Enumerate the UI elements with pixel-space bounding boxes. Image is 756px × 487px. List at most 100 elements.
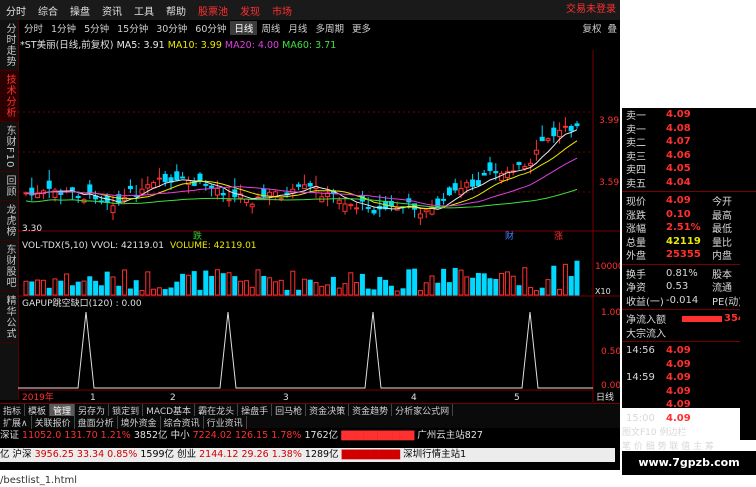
- volume-bar: [46, 287, 52, 296]
- volume-bar: [313, 282, 319, 296]
- ticker2-amount: 1599亿: [140, 449, 175, 460]
- chart-option-tabs: 复权 叠: [420, 21, 620, 35]
- quote-row: 总量 42119 量比: [622, 235, 756, 249]
- left-tab-guba[interactable]: 东财股吧: [0, 241, 19, 293]
- tab-jingwaizijin[interactable]: 境外资金: [118, 415, 161, 429]
- volume-bar: [209, 275, 215, 296]
- ma-info-line: *ST美丽(日线,前复权) MA5: 3.91 MA10: 3.99 MA20:…: [20, 37, 420, 51]
- period-60min[interactable]: 60分钟: [191, 21, 230, 35]
- period-5min[interactable]: 5分钟: [80, 21, 113, 35]
- ticker2-change: 33.34: [76, 449, 105, 460]
- kline-chart[interactable]: 3.99 3.59 3.30 跌 财 涨 VOL-TDX(5,10) VVOL:…: [18, 50, 620, 402]
- left-tab-jishu[interactable]: 技术分析: [0, 71, 19, 122]
- tick-row: 4.09: [622, 398, 756, 412]
- volume-bar: [348, 272, 354, 296]
- menu-item-zixun[interactable]: 资讯: [96, 3, 128, 18]
- overlay-button[interactable]: 叠: [604, 21, 620, 35]
- volume-bar: [365, 288, 371, 296]
- volume-bar: [52, 278, 58, 296]
- quote-value: 4.07: [666, 136, 691, 148]
- period-weekly[interactable]: 周线: [257, 21, 284, 35]
- quote-row: 涨幅 2.51% 最低: [622, 221, 756, 235]
- left-tab-fenshi[interactable]: 分时走势: [0, 20, 19, 71]
- period-more[interactable]: 更多: [348, 21, 375, 35]
- volume-bar: [197, 289, 203, 296]
- volume-bar: [98, 285, 104, 296]
- sidebar-tail[interactable]: 图文F10 例边栏: [622, 425, 756, 439]
- volume-bar: [151, 288, 157, 296]
- period-monthly[interactable]: 月线: [284, 21, 311, 35]
- candle-body: [522, 165, 528, 169]
- ticker2-amount2: 1289亿: [304, 449, 339, 460]
- candle-body: [162, 173, 168, 183]
- candle-body: [110, 205, 116, 214]
- volume-bar: [539, 287, 545, 296]
- tab-panmianfenxi[interactable]: 盘面分析: [75, 415, 118, 429]
- sidebar-tail-icons[interactable]: 笔 价 细 势 联 值 主 筹: [622, 439, 756, 453]
- menu-item-caopan[interactable]: 操盘: [64, 3, 96, 18]
- candle-body: [87, 184, 93, 193]
- menu-item-bangzhu[interactable]: 帮助: [160, 3, 192, 18]
- ticker-updown-blocks: ▇▇▇▇▇▇▇▇▇▇: [341, 430, 415, 441]
- volume-bar: [75, 281, 81, 296]
- menu-item-shichang[interactable]: 市场: [266, 3, 298, 18]
- menu-item-gongju[interactable]: 工具: [128, 3, 160, 18]
- volume-bar: [290, 270, 296, 296]
- month-4-label: 4: [411, 393, 417, 402]
- quote-row: 净资 0.53 流通: [622, 280, 756, 294]
- period-15min[interactable]: 15分钟: [113, 21, 152, 35]
- quote-row: 收益(一) -0.014 PE(动): [622, 294, 756, 308]
- ticker2-server[interactable]: 深圳行情主站1: [403, 449, 466, 460]
- menu-item-fenshi[interactable]: 分时: [0, 3, 32, 18]
- volume-bar: [243, 280, 249, 296]
- volume-bar: [29, 281, 35, 296]
- volume-bar: [325, 284, 331, 296]
- left-tab-f10[interactable]: 东财F10: [0, 122, 19, 173]
- tick-price: 4.09: [666, 345, 691, 357]
- volume-bar: [284, 289, 290, 296]
- tab-guanlianbaojia[interactable]: 关联报价: [32, 415, 75, 429]
- left-tab-longhubang[interactable]: 龙虎榜: [0, 201, 19, 242]
- volume-value: VOLUME: 42119.01: [170, 241, 257, 251]
- tick-row: 4.09: [622, 385, 756, 399]
- left-tab-gongshi[interactable]: 精华公式: [0, 292, 19, 344]
- tab-zonghezixun[interactable]: 综合资讯: [161, 415, 204, 429]
- volume-bar: [133, 280, 139, 296]
- menu-item-zonghe[interactable]: 综合: [32, 3, 64, 18]
- tick-time: 14:59: [626, 372, 655, 384]
- volume-bar: [464, 276, 470, 296]
- volume-bar: [116, 285, 122, 296]
- period-daily[interactable]: 日线: [230, 21, 258, 35]
- quote-value: -0.014: [666, 294, 699, 306]
- quote-value: 4.06: [666, 149, 691, 161]
- quote-value: 4.09: [666, 109, 691, 121]
- net-inflow-bar: [682, 315, 722, 322]
- tab-hangyezixun[interactable]: 行业资讯: [204, 415, 247, 429]
- volume-bar: [406, 269, 412, 296]
- tab-kuozhan[interactable]: 扩展∧: [0, 415, 32, 429]
- candle-body: [296, 184, 302, 187]
- left-tab-huigu[interactable]: 回顾: [0, 172, 19, 202]
- ticker-change2: 126.15: [234, 430, 269, 441]
- period-30min[interactable]: 30分钟: [152, 21, 191, 35]
- month-3-label: 3: [283, 393, 289, 402]
- trade-login-status[interactable]: 交易未登录: [430, 0, 620, 20]
- candle-body: [516, 162, 522, 165]
- server-status[interactable]: 广州云主站827: [417, 430, 483, 441]
- period-fenshi[interactable]: 分时: [20, 21, 47, 35]
- gap-tick-0: 0.00: [601, 381, 620, 391]
- marker-zhang: 涨: [554, 231, 563, 242]
- volume-bar: [272, 281, 278, 296]
- quote-row: 卖一 4.09: [622, 108, 756, 122]
- period-1min[interactable]: 1分钟: [47, 21, 80, 35]
- candle-body: [348, 204, 354, 207]
- candle-body: [574, 123, 580, 127]
- volume-bar: [342, 283, 348, 296]
- menu-item-gupiaochi[interactable]: 股票池: [192, 3, 234, 18]
- volume-bar: [336, 287, 342, 296]
- period-multi[interactable]: 多周期: [311, 21, 348, 35]
- menu-item-faxian[interactable]: 发现: [234, 3, 266, 18]
- adjust-button[interactable]: 复权: [579, 21, 604, 35]
- ticker2-prefix: 亿: [0, 449, 10, 460]
- candle-body: [226, 199, 232, 202]
